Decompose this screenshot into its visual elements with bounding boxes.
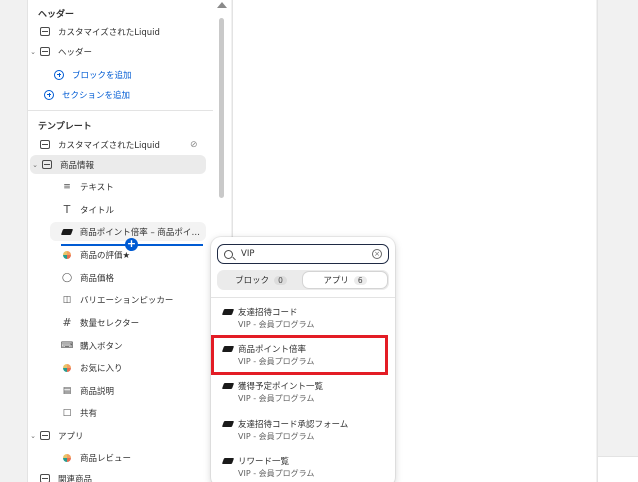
chevron-down-icon[interactable]: ⌄ <box>28 48 38 56</box>
highlight-annotation-box <box>211 335 388 375</box>
sidebar-item-header[interactable]: ⌄ ヘッダー <box>28 42 214 61</box>
popover-tabs: ブロック 0 アプリ 6 <box>217 270 389 290</box>
left-gutter <box>0 0 27 482</box>
share-icon: □ <box>62 407 72 418</box>
section-box-icon <box>38 430 52 442</box>
price-tag-icon: ◯ <box>61 272 73 283</box>
sidebar-item-share[interactable]: □ 共有 <box>60 403 206 422</box>
section-divider <box>28 110 214 111</box>
sidebar-item-custom-liquid-header[interactable]: カスタマイズされたLiquid <box>28 22 214 41</box>
sidebar-item-apps[interactable]: ⌄ アプリ <box>28 426 214 445</box>
text-lines-icon: ≡ <box>63 181 71 192</box>
right-panel-footer <box>598 456 638 482</box>
sidebar-item-title[interactable]: T タイトル <box>60 200 206 219</box>
tab-count-badge: 0 <box>274 275 287 285</box>
search-input[interactable] <box>241 249 361 259</box>
buy-button-icon: ⌨ <box>60 340 74 351</box>
variant-picker-icon: ◫ <box>62 294 72 305</box>
app-colorful-icon <box>60 452 74 464</box>
scroll-thumb[interactable] <box>219 18 224 198</box>
add-block-button[interactable]: ブロックを追加 <box>52 65 212 84</box>
eye-off-icon[interactable]: ⊘ <box>190 140 200 150</box>
app-block-icon <box>221 421 235 427</box>
app-block-icon <box>221 383 235 389</box>
clear-search-icon[interactable]: × <box>372 249 382 259</box>
scroll-up-arrow-icon[interactable] <box>217 2 227 8</box>
sidebar-item-product-info[interactable]: ⌄ 商品情報 <box>30 155 206 174</box>
app-block-icon <box>221 309 235 315</box>
plus-circle-icon <box>42 89 56 101</box>
section-box-icon <box>38 26 52 38</box>
result-item-friend-invite-code[interactable]: 友達招待コード VIP - 会員プログラム <box>219 301 387 333</box>
sidebar-item-buy-button[interactable]: ⌨ 購入ボタン <box>60 336 206 355</box>
search-field[interactable]: × <box>217 244 389 264</box>
search-icon <box>224 249 233 259</box>
sidebar-item-quantity-selector[interactable]: # 数量セレクター <box>60 313 206 332</box>
section-box-icon <box>38 473 52 482</box>
sidebar: ヘッダー カスタマイズされたLiquid ⌄ ヘッダー ブロックを追加 セクショ… <box>27 0 231 482</box>
right-panel <box>597 0 638 482</box>
hash-icon: # <box>62 316 72 329</box>
section-box-icon <box>38 139 52 151</box>
sidebar-item-text[interactable]: ≡ テキスト <box>60 177 206 196</box>
app-block-icon <box>221 458 235 464</box>
tab-count-badge: 6 <box>353 275 367 285</box>
result-item-rewards-list[interactable]: リワード一覧 VIP - 会員プログラム <box>219 450 387 482</box>
tab-blocks[interactable]: ブロック 0 <box>219 272 303 288</box>
sidebar-item-favorites[interactable]: お気に入り <box>60 358 206 377</box>
title-t-icon: T <box>63 203 71 216</box>
section-box-icon <box>38 46 52 58</box>
insert-plus-icon[interactable]: + <box>125 238 138 251</box>
description-icon: ▤ <box>62 385 72 396</box>
chevron-down-icon[interactable]: ⌄ <box>28 432 38 440</box>
chevron-down-icon[interactable]: ⌄ <box>30 161 40 169</box>
app-colorful-icon <box>60 249 74 261</box>
sidebar-item-product-price[interactable]: ◯ 商品価格 <box>60 268 206 287</box>
sidebar-item-related-products[interactable]: 関連商品 <box>28 469 214 482</box>
section-title-template: テンプレート <box>38 122 92 132</box>
section-box-icon <box>40 159 54 171</box>
sidebar-item-product-reviews[interactable]: 商品レビュー <box>60 448 206 467</box>
result-item-friend-invite-approval-form[interactable]: 友達招待コード承認フォーム VIP - 会員プログラム <box>219 413 387 445</box>
sidebar-item-custom-liquid-template[interactable]: カスタマイズされたLiquid ⊘ <box>28 135 214 154</box>
add-section-button[interactable]: セクションを追加 <box>42 85 212 104</box>
app-block-icon <box>60 226 74 238</box>
popover-divider <box>211 297 395 298</box>
result-item-expected-points-list[interactable]: 獲得予定ポイント一覧 VIP - 会員プログラム <box>219 375 387 407</box>
plus-circle-icon <box>52 69 66 81</box>
app-colorful-icon <box>60 362 74 374</box>
tab-apps[interactable]: アプリ 6 <box>303 272 387 288</box>
sidebar-item-variant-picker[interactable]: ◫ バリエーションピッカー <box>60 290 206 309</box>
sidebar-item-product-description[interactable]: ▤ 商品説明 <box>60 381 206 400</box>
section-title-header: ヘッダー <box>38 10 75 20</box>
